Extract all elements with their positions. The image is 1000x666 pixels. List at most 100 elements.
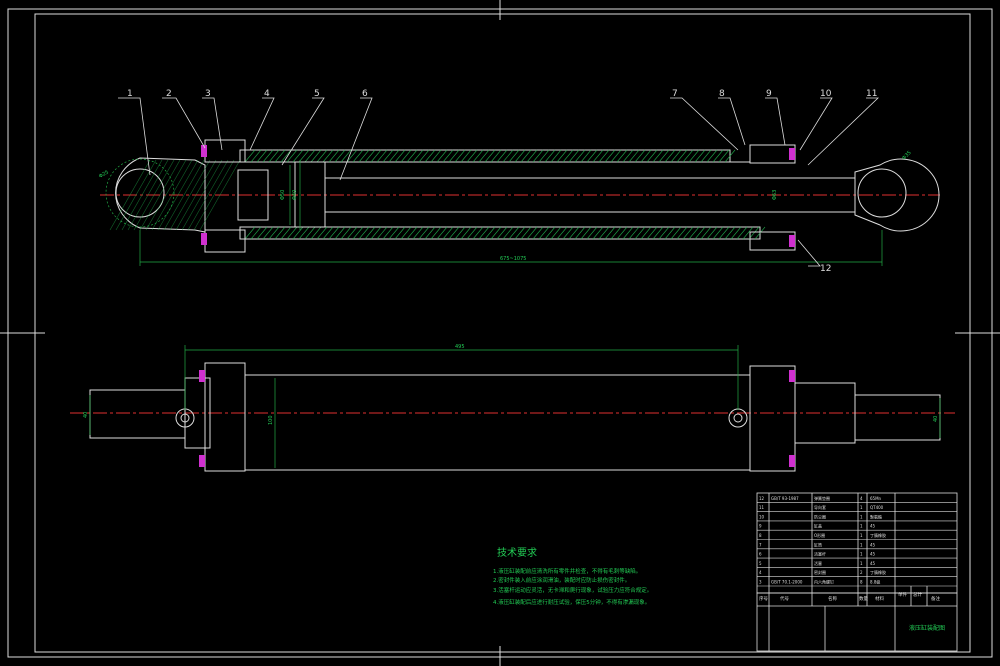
part-numbers: 1 2 3 4 5 6 7 8 9 10 11 12 <box>127 89 877 274</box>
outer-frame <box>7 8 993 658</box>
tech-item-2: 2.密封件装入前应涂润滑油，装配时应防止损伤密封件。 <box>493 576 630 584</box>
left-cap <box>204 139 246 163</box>
bom-cell: 45 <box>870 561 876 566</box>
dim-body-height: 100 <box>268 415 274 425</box>
hdr-no: 序号 <box>759 595 768 602</box>
part-no-9: 9 <box>766 89 772 99</box>
bottom-left-end <box>89 389 186 439</box>
bom-cell: 4 <box>759 570 762 575</box>
bom-cell: 1 <box>860 542 863 547</box>
left-eye-hole <box>115 168 165 218</box>
bom-cell: 8.8级 <box>870 579 880 585</box>
bom-cell: 活塞 <box>814 560 822 566</box>
bolts-bottom <box>199 370 795 467</box>
bottom-left-cap <box>204 362 246 472</box>
dim-right-eye: Φ35 <box>901 150 913 162</box>
hdr-code: 代号 <box>780 595 789 602</box>
outline-view <box>70 345 955 472</box>
bom-cell: 弹簧垫圈 <box>814 495 830 501</box>
hdr-name: 名称 <box>828 595 837 602</box>
cad-drawing: 1 2 3 4 5 6 7 8 9 10 11 12 675~1075 Φ50 … <box>0 0 1000 666</box>
bottom-right-port-in <box>733 413 743 423</box>
dim-left-end: 40 <box>83 412 89 418</box>
bom-cell: 丁腈橡胶 <box>870 569 886 575</box>
bom-cell: 1 <box>860 514 863 519</box>
part-no-12: 12 <box>820 264 831 274</box>
bom-cell: 导向套 <box>814 504 826 510</box>
hdr-remark: 备注 <box>931 595 940 602</box>
bom-cell: 7 <box>759 542 762 547</box>
bottom-right-end <box>854 394 941 441</box>
part-no-2: 2 <box>166 89 172 99</box>
hdr-single: 单件 <box>898 591 907 598</box>
part-no-6: 6 <box>362 89 368 99</box>
bom-cell: 3 <box>759 580 762 585</box>
bom-cell: 65Mn <box>870 496 882 501</box>
part-no-8: 8 <box>719 89 725 99</box>
bom-cell: 内六角螺钉 <box>814 579 834 585</box>
title-block-grid <box>757 501 957 587</box>
tech-item-1: 1.液压缸装配前应清洗所有零件并检查，不得有毛刺等缺陷。 <box>493 567 641 575</box>
part-no-3: 3 <box>205 89 211 99</box>
part-no-10: 10 <box>820 89 832 99</box>
tech-title: 技术要求 <box>497 546 537 559</box>
bom-cell: 4 <box>860 496 863 501</box>
bom-cell: 1 <box>860 561 863 566</box>
drawing-title: 液压缸装配图 <box>909 624 945 632</box>
part-no-4: 4 <box>264 89 270 99</box>
bom-cell: 缸筒 <box>814 541 822 547</box>
bom-cell: 丁腈橡胶 <box>870 532 886 538</box>
bom-cell: 1 <box>860 524 863 529</box>
part-no-1: 1 <box>127 89 133 99</box>
bom-cell: 防尘圈 <box>814 513 826 519</box>
bom-cell: 8 <box>860 580 863 585</box>
bottom-right-port <box>728 408 748 428</box>
bom-cell: 5 <box>759 561 762 566</box>
dim-stroke: 495 <box>455 344 465 350</box>
bom-cell: 9 <box>759 524 762 529</box>
dim-outer: Φ63 <box>772 190 778 200</box>
part-leaders <box>118 97 879 267</box>
bom-cell: 45 <box>870 524 876 529</box>
dim-left-eye: Φ25 <box>98 169 110 179</box>
bottom-body <box>244 374 751 471</box>
left-cap-b <box>204 229 246 253</box>
bom-cell: 11 <box>759 505 765 510</box>
bom-cell: 45 <box>870 542 876 547</box>
dim-rod-bore: Φ40 <box>292 190 298 200</box>
tech-item-3: 3.活塞杆运动应灵活，无卡滞和爬行现象，试验压力应符合规定。 <box>493 586 652 594</box>
bom-cell: 1 <box>860 552 863 557</box>
part-no-7: 7 <box>672 89 678 99</box>
right-cap <box>749 144 796 164</box>
tech-requirements: 技术要求 1.液压缸装配前应清洗所有零件并检查，不得有毛刺等缺陷。 2.密封件装… <box>493 546 652 606</box>
bom-cell: 1 <box>860 505 863 510</box>
dim-overall: 675~1075 <box>500 256 526 262</box>
bom-cell: 8 <box>759 533 762 538</box>
hdr-qty: 数量 <box>859 595 868 602</box>
hdr-total: 总计 <box>913 591 922 598</box>
bom-cell: 10 <box>759 514 765 519</box>
dim-bore: Φ50 <box>280 190 286 200</box>
bom-cell: GB/T 93-1987 <box>771 496 799 501</box>
bom-cell: QT400 <box>870 505 884 510</box>
bottom-right-cap <box>749 365 796 472</box>
bom-cell: O形圈 <box>814 532 825 538</box>
bom-cell: 聚氨酯 <box>870 513 882 519</box>
bom-cell: 2 <box>860 570 863 575</box>
bom-cell: GB/T 70.1-2000 <box>771 580 803 585</box>
right-eye-hole <box>857 168 907 218</box>
bom-cell: 密封圈 <box>814 569 826 575</box>
bom-cell: 1 <box>860 533 863 538</box>
bom-cell: 6 <box>759 552 762 557</box>
bom-cell: 活塞杆 <box>814 551 826 557</box>
bom-cell: 12 <box>759 496 765 501</box>
hdr-material: 材料 <box>875 595 884 602</box>
tube-hatch <box>109 149 766 240</box>
bom-cell: 45 <box>870 552 876 557</box>
part-no-5: 5 <box>314 89 320 99</box>
bom-cell: 缸盖 <box>814 523 822 529</box>
right-cap-b <box>749 231 796 251</box>
dim-right-end: 40 <box>933 416 939 422</box>
tech-item-4: 4.液压缸装配后应进行耐压试验，保压5分钟，不得有渗漏现象。 <box>493 598 650 606</box>
centering-marks <box>0 0 1000 666</box>
